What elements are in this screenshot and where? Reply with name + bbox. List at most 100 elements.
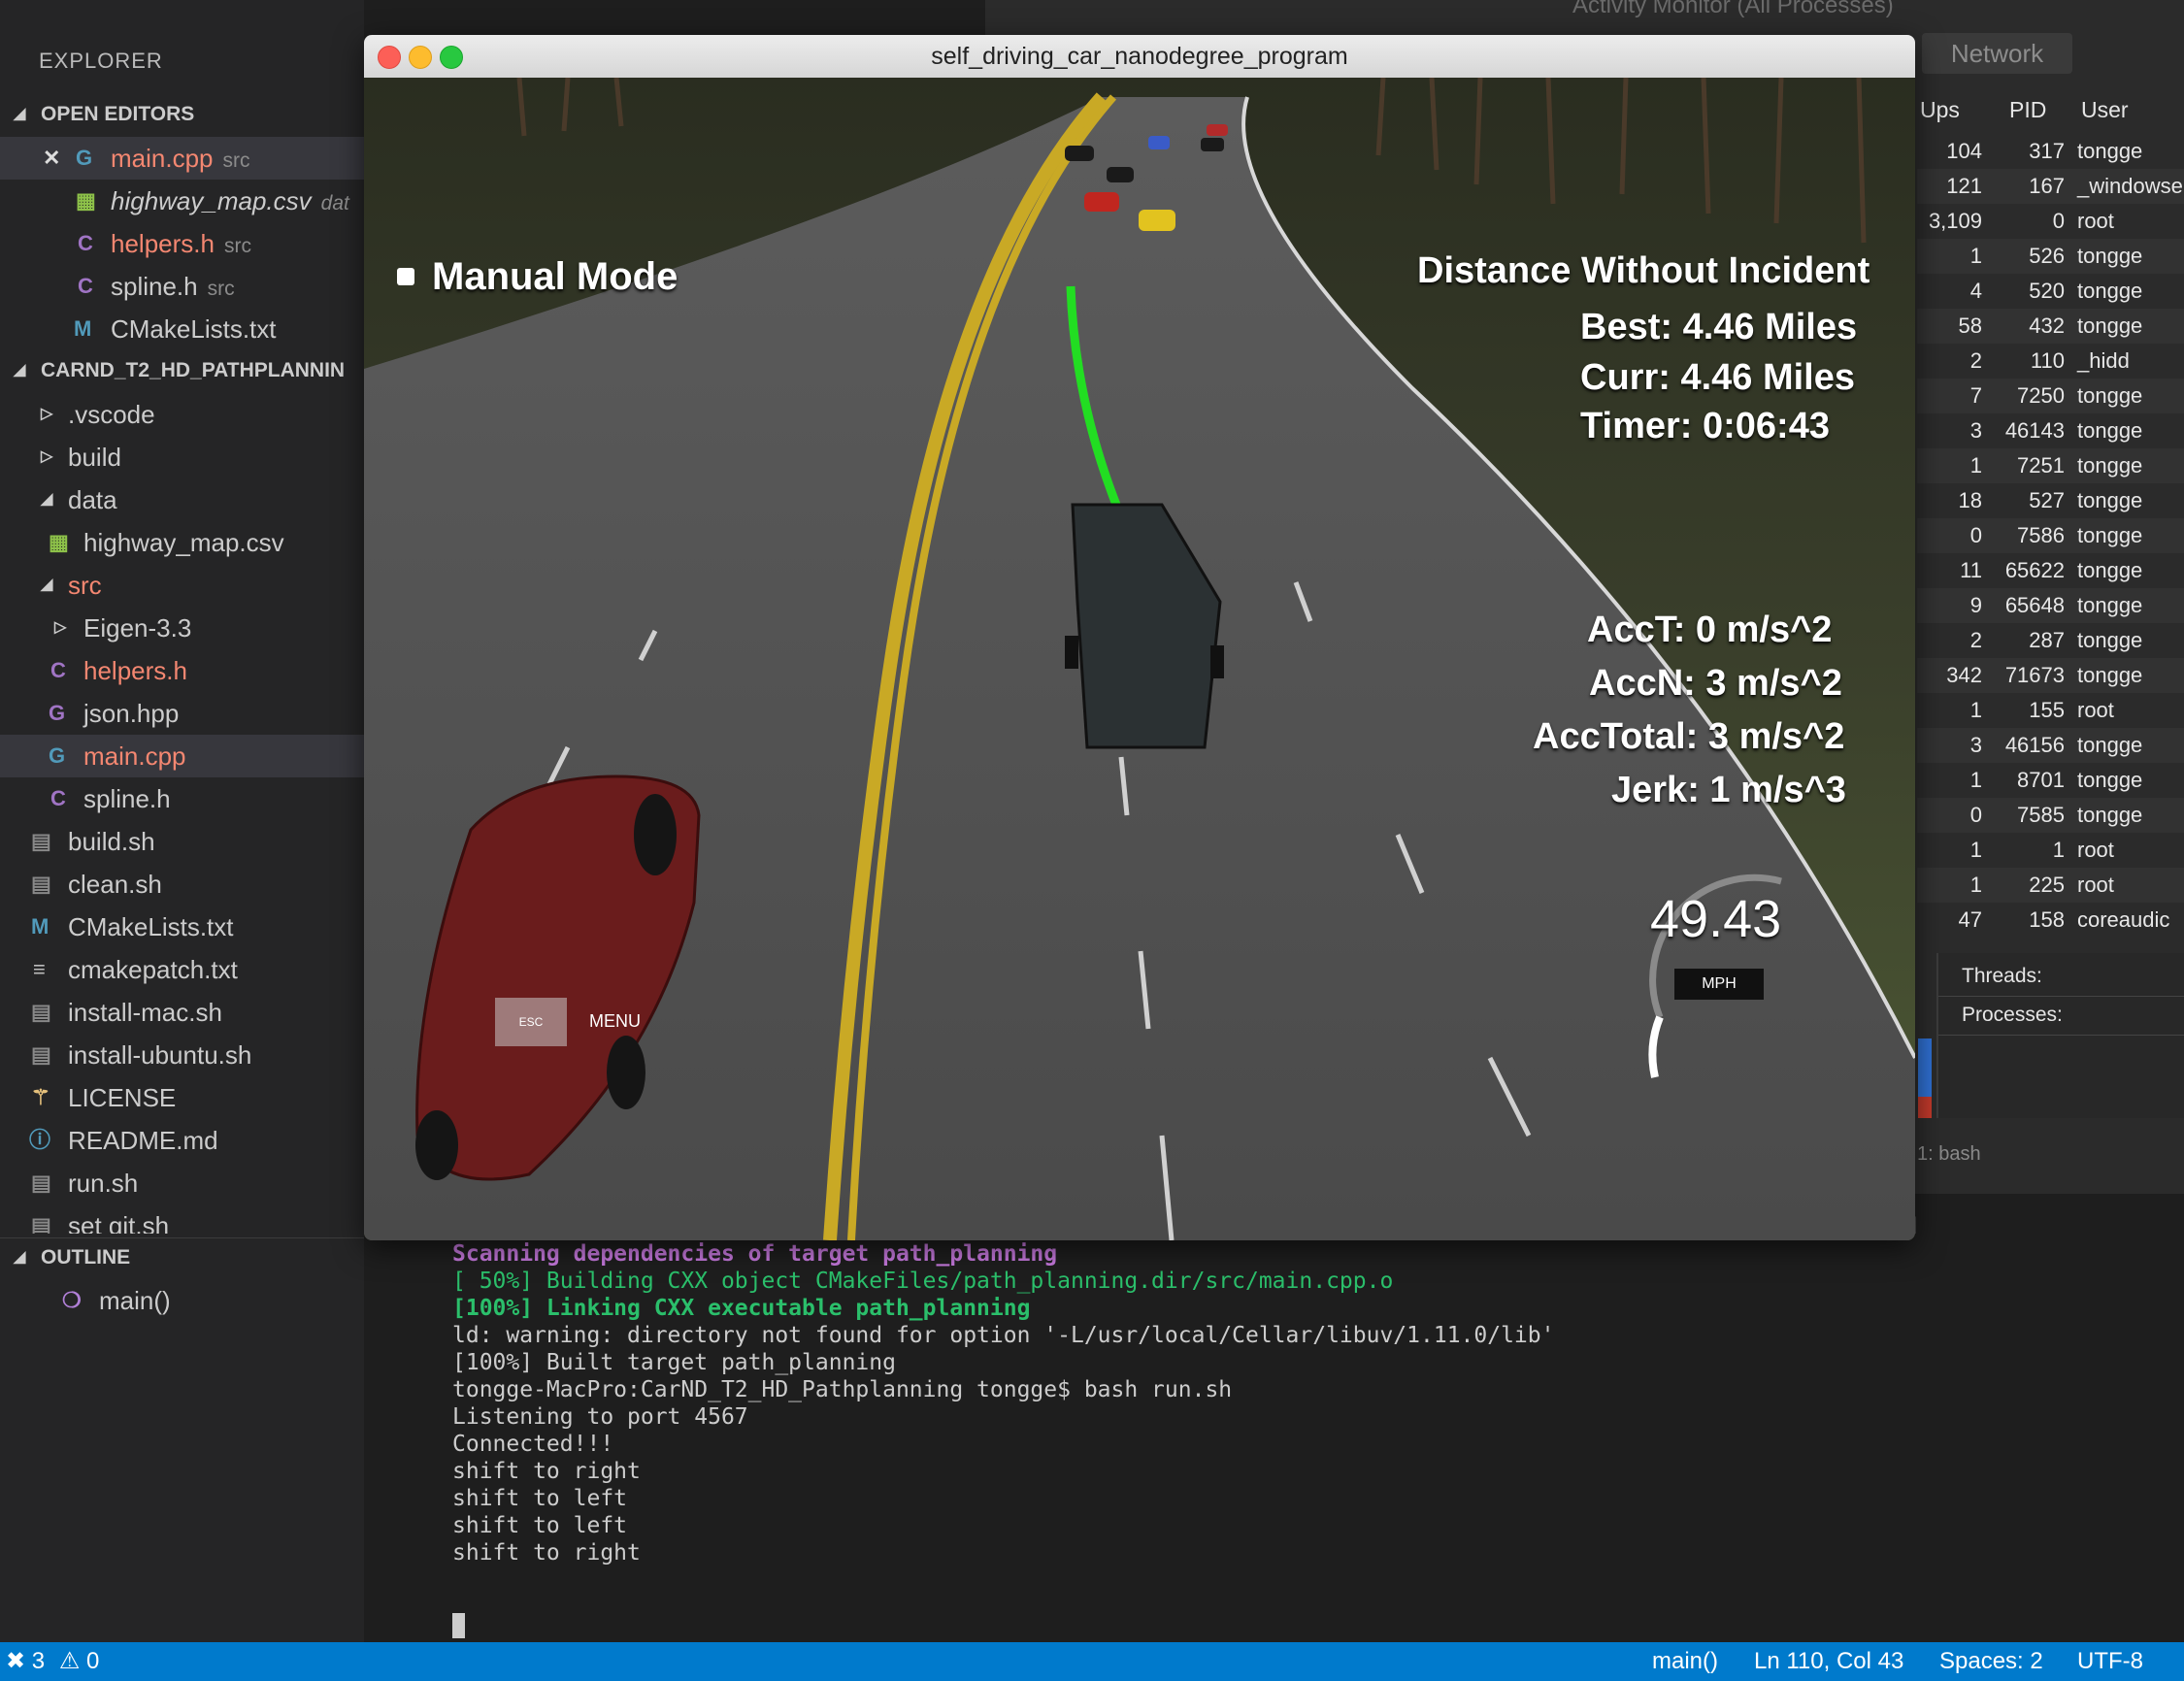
process-row[interactable]: 58 432 tongge bbox=[1917, 309, 2184, 344]
menu-button[interactable]: MENU bbox=[589, 1011, 641, 1032]
process-user: root bbox=[2077, 838, 2114, 862]
open-editor-main-cpp[interactable]: ✕ G main.cpp src bbox=[0, 137, 364, 180]
process-row[interactable]: 9 65648 tongge bbox=[1917, 588, 2184, 623]
tab-network[interactable]: Network bbox=[1922, 33, 2072, 74]
process-row[interactable]: 342 71673 tongge bbox=[1917, 658, 2184, 693]
tree-item-cmakelists[interactable]: M CMakeLists.txt bbox=[0, 906, 364, 948]
text-file-icon: ≡ bbox=[33, 957, 46, 981]
simulator-window[interactable]: self_driving_car_nanodegree_program Manu… bbox=[364, 35, 1915, 1240]
chevron-down-icon: ◢ bbox=[14, 106, 26, 122]
process-user: root bbox=[2077, 698, 2114, 722]
process-row[interactable]: 1 7251 tongge bbox=[1917, 448, 2184, 483]
acc-t: AccT: 0 m/s^2 bbox=[1587, 610, 1833, 650]
open-editor-highway-map[interactable]: ▦ highway_map.csv dat bbox=[0, 180, 364, 222]
process-row[interactable]: 47 158 coreaudic bbox=[1917, 903, 2184, 938]
process-row[interactable]: 2 287 tongge bbox=[1917, 623, 2184, 658]
status-encoding[interactable]: UTF-8 bbox=[2077, 1642, 2143, 1681]
process-pid: 526 bbox=[2029, 244, 2065, 268]
tree-item-install-mac[interactable]: ▤ install-mac.sh bbox=[0, 991, 364, 1034]
tree-item-set-git[interactable]: ▤ set git.sh bbox=[0, 1204, 364, 1234]
cmake-icon: M bbox=[31, 914, 50, 939]
process-pid: 158 bbox=[2029, 907, 2065, 932]
process-pid: 287 bbox=[2029, 628, 2065, 652]
terminal-line: shift to left bbox=[452, 1513, 628, 1538]
tree-item-main-cpp[interactable]: G main.cpp bbox=[0, 735, 364, 777]
process-pid: 527 bbox=[2029, 488, 2065, 512]
process-user: tongge bbox=[2077, 628, 2143, 652]
tree-item-run-sh[interactable]: ▤ run.sh bbox=[0, 1162, 364, 1204]
process-row[interactable]: 3,109 0 root bbox=[1917, 204, 2184, 239]
process-row[interactable]: 4 520 tongge bbox=[1917, 274, 2184, 309]
status-cursor-position[interactable]: Ln 110, Col 43 bbox=[1754, 1642, 1903, 1681]
tree-item-src[interactable]: ◢ src bbox=[0, 564, 364, 607]
process-row[interactable]: 18 527 tongge bbox=[1917, 483, 2184, 518]
tree-item-cmakepatch[interactable]: ≡ cmakepatch.txt bbox=[0, 948, 364, 991]
project-header[interactable]: ◢ CARND_T2_HD_PATHPLANNIN bbox=[0, 351, 364, 390]
outline-header[interactable]: ◢ OUTLINE bbox=[0, 1237, 364, 1277]
process-user: tongge bbox=[2077, 523, 2143, 547]
process-row[interactable]: 3 46143 tongge bbox=[1917, 413, 2184, 448]
column-header-pid[interactable]: PID bbox=[2009, 97, 2046, 123]
process-pid: 71673 bbox=[2004, 663, 2065, 687]
status-function[interactable]: main() bbox=[1652, 1642, 1718, 1681]
terminal-line: [100%] Linking CXX executable path_plann… bbox=[452, 1296, 1031, 1321]
tree-item-helpers-h[interactable]: C helpers.h bbox=[0, 649, 364, 692]
process-row[interactable]: 1 526 tongge bbox=[1917, 239, 2184, 274]
terminal-panel[interactable]: -- Generating done-- Build files have be… bbox=[415, 1187, 2184, 1642]
problems-indicator[interactable]: ✖ 3 ⚠ 0 bbox=[6, 1642, 99, 1681]
tree-item-install-ubuntu[interactable]: ▤ install-ubuntu.sh bbox=[0, 1034, 364, 1076]
esc-button[interactable]: ESC bbox=[495, 998, 567, 1046]
process-row[interactable]: 1 8701 tongge bbox=[1917, 763, 2184, 798]
process-row[interactable]: 1 1 root bbox=[1917, 833, 2184, 868]
current-distance: Curr: 4.46 Miles bbox=[1580, 357, 1855, 398]
open-editor-helpers-h[interactable]: C helpers.h src bbox=[0, 222, 364, 265]
file-icon: ▤ bbox=[31, 1170, 51, 1195]
process-row[interactable]: 7 7250 tongge bbox=[1917, 379, 2184, 413]
tree-item-clean-sh[interactable]: ▤ clean.sh bbox=[0, 863, 364, 906]
close-icon[interactable]: ✕ bbox=[43, 137, 60, 180]
open-editor-cmakelists[interactable]: M CMakeLists.txt bbox=[0, 308, 364, 350]
tree-item-license[interactable]: ⚚ LICENSE bbox=[0, 1076, 364, 1119]
tree-item-build-sh[interactable]: ▤ build.sh bbox=[0, 820, 364, 863]
tree-item-eigen[interactable]: ▷ Eigen-3.3 bbox=[0, 607, 364, 649]
chevron-down-icon: ◢ bbox=[14, 1249, 26, 1266]
process-pid: 1 bbox=[2052, 838, 2065, 862]
process-row[interactable]: 0 7585 tongge bbox=[1917, 798, 2184, 833]
tree-item-json-hpp[interactable]: G json.hpp bbox=[0, 692, 364, 735]
process-row[interactable]: 3 46156 tongge bbox=[1917, 728, 2184, 763]
terminal-tab-label[interactable]: 1: bash bbox=[1917, 1143, 1981, 1166]
tree-item-highway-map[interactable]: ▦ highway_map.csv bbox=[0, 521, 364, 564]
file-icon: ▤ bbox=[31, 1000, 51, 1024]
process-user: tongge bbox=[2077, 488, 2143, 512]
process-row[interactable]: 11 65622 tongge bbox=[1917, 553, 2184, 588]
tree-item-vscode[interactable]: ▷ .vscode bbox=[0, 393, 364, 436]
tree-item-spline-h[interactable]: C spline.h bbox=[0, 777, 364, 820]
process-ups: 58 bbox=[1958, 313, 1982, 338]
speed-unit: MPH bbox=[1674, 969, 1764, 1000]
process-row[interactable]: 1 155 root bbox=[1917, 693, 2184, 728]
chevron-down-icon: ◢ bbox=[41, 577, 53, 593]
process-row[interactable]: 1 225 root bbox=[1917, 868, 2184, 903]
open-editor-spline-h[interactable]: C spline.h src bbox=[0, 265, 364, 308]
tree-item-readme[interactable]: ⓘ README.md bbox=[0, 1119, 364, 1162]
activity-monitor-title: Activity Monitor (All Processes) bbox=[1572, 0, 1894, 18]
open-editors-header[interactable]: ◢ OPEN EDITORS bbox=[0, 95, 364, 134]
simulator-titlebar[interactable]: self_driving_car_nanodegree_program bbox=[364, 35, 1915, 79]
csv-icon: ▦ bbox=[76, 188, 96, 213]
process-user: tongge bbox=[2077, 418, 2143, 443]
process-pid: 432 bbox=[2029, 313, 2065, 338]
outline-item-main[interactable]: ❍ main() bbox=[0, 1279, 364, 1322]
column-header-user[interactable]: User bbox=[2081, 97, 2129, 123]
tree-item-build[interactable]: ▷ build bbox=[0, 436, 364, 478]
tree-item-data[interactable]: ◢ data bbox=[0, 478, 364, 521]
status-indentation[interactable]: Spaces: 2 bbox=[1939, 1642, 2043, 1681]
process-ups: 3 bbox=[1969, 418, 1982, 443]
manual-mode-checkbox[interactable] bbox=[397, 268, 414, 285]
process-row[interactable]: 2 110 _hidd bbox=[1917, 344, 2184, 379]
process-row[interactable]: 104 317 tongge bbox=[1917, 134, 2184, 169]
process-row[interactable]: 121 167 _windowse bbox=[1917, 169, 2184, 204]
process-ups: 1 bbox=[1969, 453, 1982, 478]
column-header-ups[interactable]: Ups bbox=[1920, 97, 1960, 123]
process-row[interactable]: 0 7586 tongge bbox=[1917, 518, 2184, 553]
threads-label: Threads: bbox=[1962, 965, 2042, 987]
